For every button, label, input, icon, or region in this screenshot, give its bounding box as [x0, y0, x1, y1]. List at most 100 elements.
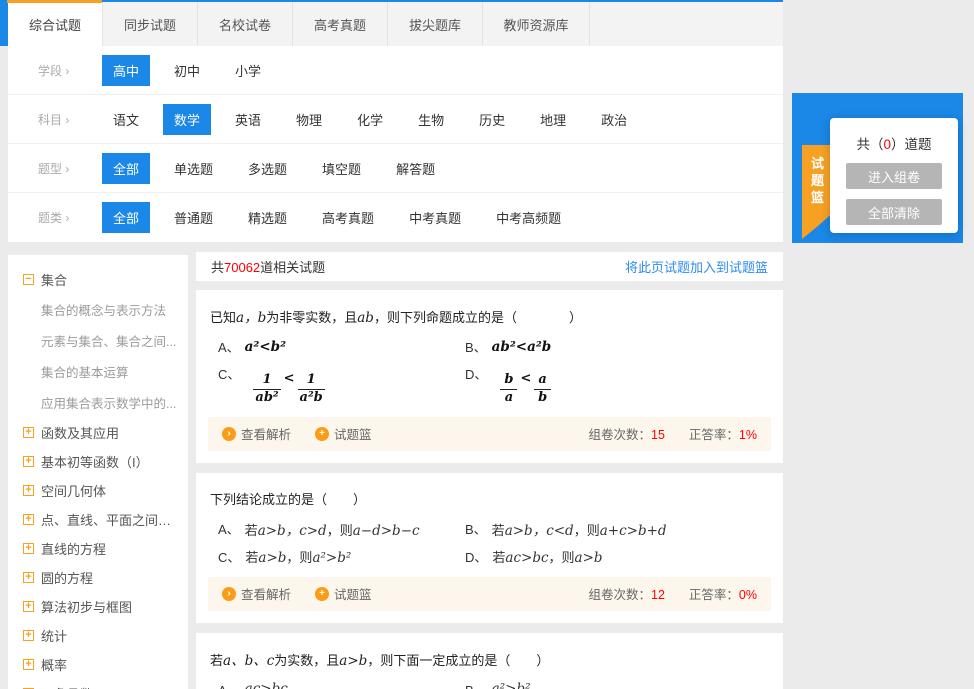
filter-chip[interactable]: 小学	[224, 55, 272, 86]
sidebar-item-label: 算法初步与框图	[41, 597, 132, 616]
view-analysis-icon: ›	[222, 587, 236, 601]
filter-chip[interactable]: 历史	[468, 104, 516, 135]
filter-chip[interactable]: 地理	[529, 104, 577, 135]
sidebar-item-label: 集合的概念与表示方法	[41, 300, 166, 319]
option-d: D、 ba<ab	[465, 364, 771, 406]
filter-row-qtype: 题型 › 全部单选题多选题填空题解答题	[8, 144, 783, 193]
option-c: C、 1ab²<1a²b	[218, 364, 465, 406]
filter-chip[interactable]: 高考真题	[311, 202, 385, 233]
sidebar-item-label: 集合的基本运算	[41, 362, 129, 381]
enter-paper-builder-button[interactable]: 进入组卷	[846, 163, 942, 189]
sidebar-item[interactable]: 集合的基本运算	[8, 356, 188, 387]
options: A、 若a>b，c>d，则a−d>b−c B、 若a>b，c<d，则a+c>b+…	[208, 519, 771, 566]
add-to-basket-link[interactable]: + 试题篮	[315, 584, 372, 603]
filter-chip[interactable]: 生物	[407, 104, 455, 135]
basket-widget: 试题篮 共（0）道题 进入组卷 全部清除	[792, 93, 963, 243]
filter-chip[interactable]: 高中	[102, 55, 150, 86]
question-card: 已知a，b为非零实数，且ab，则下列命题成立的是（ ） A、 a²<b² B、 …	[196, 290, 783, 463]
sidebar-item[interactable]: + 概率	[8, 650, 188, 679]
view-analysis-link[interactable]: › 查看解析	[222, 584, 291, 603]
filter-chip[interactable]: 填空题	[311, 153, 372, 184]
sidebar-item[interactable]: 元素与集合、集合之间...	[8, 325, 188, 356]
sidebar-item[interactable]: + 算法初步与框图	[8, 592, 188, 621]
paper-count: 组卷次数：15	[588, 424, 664, 443]
question-title: 若a、b、c为实数，且a>b，则下面一定成立的是（ ）	[208, 645, 771, 680]
filter-chip[interactable]: 精选题	[237, 202, 298, 233]
top-tab[interactable]: 同步试题	[103, 2, 198, 46]
filter-chip[interactable]: 多选题	[237, 153, 298, 184]
sidebar-item[interactable]: + 空间几何体	[8, 476, 188, 505]
filter-chip[interactable]: 政治	[590, 104, 638, 135]
math-formula: 若ac>bc，则a>b	[492, 547, 602, 566]
sidebar-item[interactable]: + 直线的方程	[8, 534, 188, 563]
basket-ribbon-label: 试题篮	[811, 155, 825, 239]
sidebar-item-label: 点、直线、平面之间的位...	[41, 510, 184, 529]
math-formula: a²>b²	[492, 681, 531, 689]
filter-chip[interactable]: 单选题	[163, 153, 224, 184]
tree-toggle-icon[interactable]: +	[23, 572, 34, 583]
option-a: A、 若a>b，c>d，则a−d>b−c	[218, 519, 465, 539]
filter-chip[interactable]: 初中	[163, 55, 211, 86]
top-tab[interactable]: 名校试卷	[198, 2, 293, 46]
math-formula: 若a>b，c<d，则a+c>b+d	[492, 519, 667, 539]
option-a: A、 ac>bc	[218, 680, 465, 689]
basket-ribbon-tab[interactable]: 试题篮	[802, 145, 833, 239]
tree-toggle-icon[interactable]: +	[23, 427, 34, 438]
option-a: A、 a²<b²	[218, 337, 465, 356]
qtype-chips: 全部单选题多选题填空题解答题	[102, 153, 459, 184]
filter-chip[interactable]: 语文	[102, 104, 150, 135]
sidebar-item[interactable]: + 基本初等函数（I）	[8, 447, 188, 476]
tree-toggle-icon[interactable]: −	[23, 274, 34, 285]
sidebar-item[interactable]: + 三角函数	[8, 679, 188, 689]
sidebar-item[interactable]: + 点、直线、平面之间的位...	[8, 505, 188, 534]
clear-all-button[interactable]: 全部清除	[846, 199, 942, 225]
sidebar-item[interactable]: − 集合	[8, 265, 188, 294]
tree-toggle-icon[interactable]: +	[23, 601, 34, 612]
tree-toggle-icon[interactable]: +	[23, 543, 34, 554]
sidebar-item[interactable]: + 圆的方程	[8, 563, 188, 592]
sidebar-item[interactable]: 集合的概念与表示方法	[8, 294, 188, 325]
filter-chip[interactable]: 英语	[224, 104, 272, 135]
option-b: B、 若a>b，c<d，则a+c>b+d	[465, 519, 771, 539]
filter-chip[interactable]: 全部	[102, 153, 150, 184]
math-formula: 1ab²<1a²b	[253, 373, 324, 406]
sidebar-item-label: 函数及其应用	[41, 423, 119, 442]
question-title: 已知a，b为非零实数，且ab，则下列命题成立的是（ ）	[208, 302, 771, 337]
question-title: 下列结论成立的是（ ）	[208, 485, 771, 519]
tree-toggle-icon[interactable]: +	[23, 514, 34, 525]
question-stats: 组卷次数：12 正答率：0%	[588, 584, 757, 603]
sidebar-item-label: 三角函数	[41, 684, 93, 689]
top-tab[interactable]: 教师资源库	[483, 2, 590, 46]
tree-toggle-icon[interactable]: +	[23, 659, 34, 670]
filter-label-subject: 科目 ›	[38, 111, 102, 128]
question-footer: › 查看解析 + 试题篮 组卷次数：15 正答率：1%	[208, 417, 771, 451]
top-tab[interactable]: 高考真题	[293, 2, 388, 46]
tree-toggle-icon[interactable]: +	[23, 485, 34, 496]
options: A、 ac>bc B、 a²>b² C、 a+c>b+c D、 a−c>b−c	[208, 680, 771, 689]
view-analysis-link[interactable]: › 查看解析	[222, 424, 291, 443]
filter-chip[interactable]: 化学	[346, 104, 394, 135]
add-page-to-basket-link[interactable]: 将此页试题加入到试题篮	[625, 257, 768, 276]
stage-chips: 高中初中小学	[102, 55, 285, 86]
tree-toggle-icon[interactable]: +	[23, 630, 34, 641]
filter-row-subject: 科目 › 语文数学英语物理化学生物历史地理政治	[8, 95, 783, 144]
top-tab[interactable]: 综合试题	[8, 2, 103, 46]
result-count-number: 70062	[224, 260, 260, 275]
filter-chip[interactable]: 中考高频题	[485, 202, 572, 233]
filter-chip[interactable]: 普通题	[163, 202, 224, 233]
filter-chip[interactable]: 中考真题	[398, 202, 472, 233]
sidebar-item[interactable]: 应用集合表示数学中的...	[8, 387, 188, 418]
top-tab[interactable]: 拔尖题库	[388, 2, 483, 46]
filter-chip[interactable]: 解答题	[385, 153, 446, 184]
filter-chip[interactable]: 全部	[102, 202, 150, 233]
top-tabs: 综合试题 同步试题 名校试卷 高考真题 拔尖题库 教师资源库	[8, 0, 783, 46]
paper-count: 组卷次数：12	[588, 584, 664, 603]
filter-chip[interactable]: 数学	[163, 104, 211, 135]
question-card: 若a、b、c为实数，且a>b，则下面一定成立的是（ ） A、 ac>bc B、 …	[196, 633, 783, 689]
filter-chip[interactable]: 物理	[285, 104, 333, 135]
tree-toggle-icon[interactable]: +	[23, 456, 34, 467]
add-to-basket-link[interactable]: + 试题篮	[315, 424, 372, 443]
options: A、 a²<b² B、 ab²<a²b C、 1ab²<1a²b D、 ba<a…	[208, 337, 771, 406]
sidebar-item[interactable]: + 统计	[8, 621, 188, 650]
sidebar-item[interactable]: + 函数及其应用	[8, 418, 188, 447]
